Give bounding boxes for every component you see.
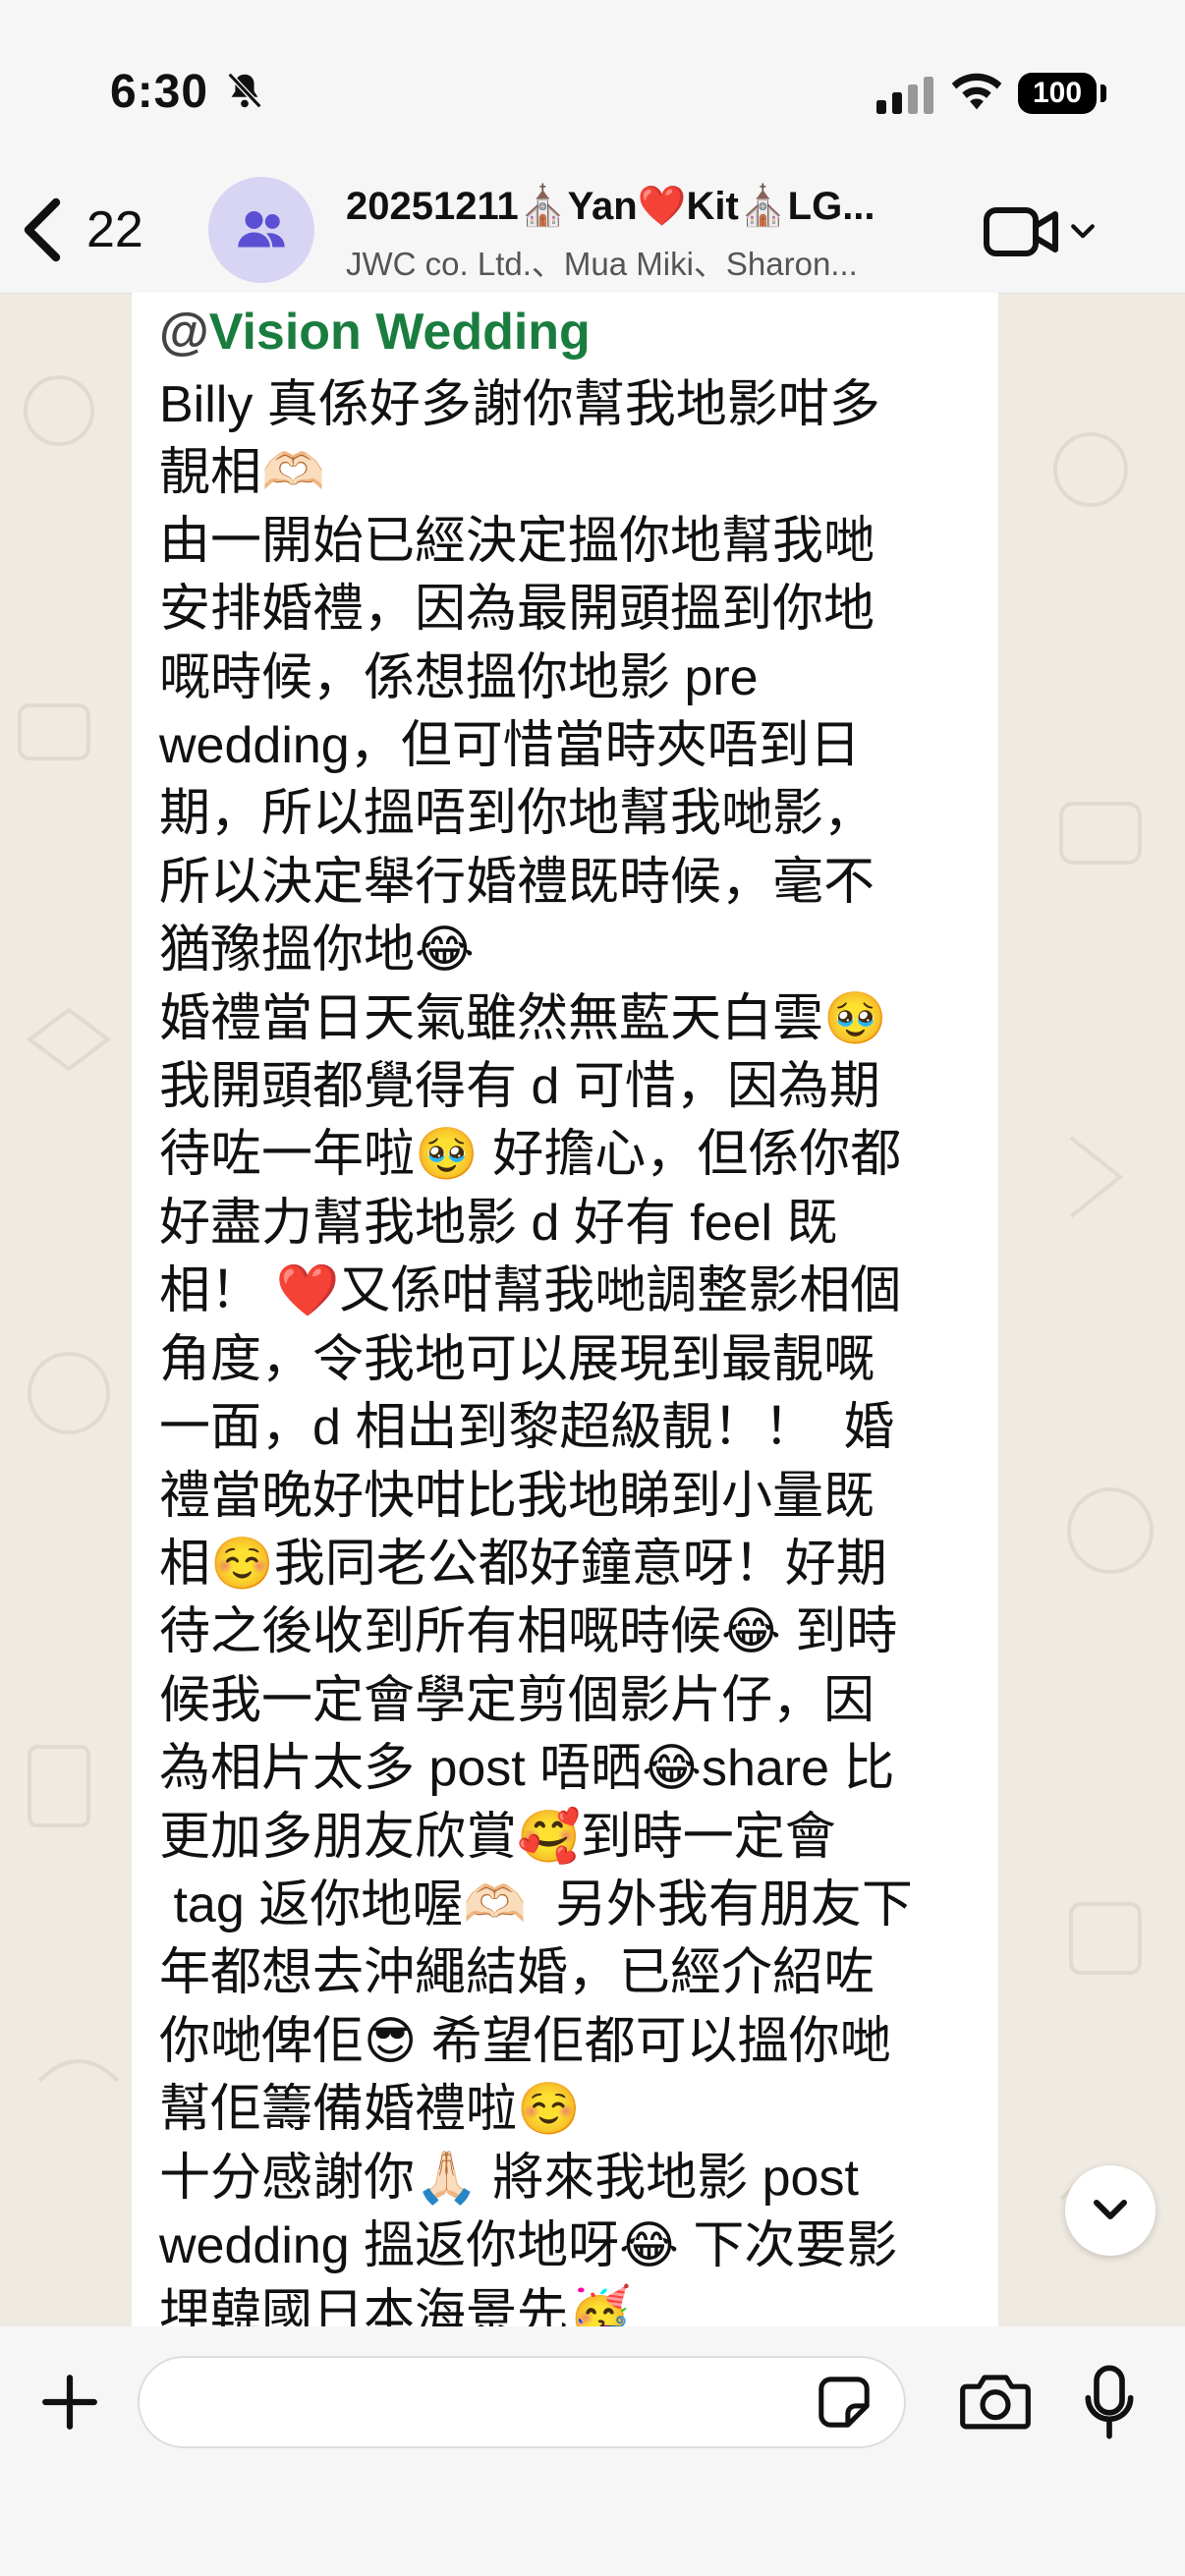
message-line: 你哋俾佢😎 希望佢都可以搵你哋 [159, 2012, 891, 2070]
message-line: 一面，d 相出到黎超級靚！！ 婚 [159, 1399, 895, 1457]
battery-tip [1100, 84, 1106, 102]
microphone-icon[interactable] [1083, 2364, 1136, 2440]
chevron-down-icon[interactable] [1069, 220, 1097, 244]
cellular-signal-icon [876, 77, 933, 114]
chevron-left-icon [24, 197, 61, 262]
group-icon [238, 211, 285, 248]
plus-icon[interactable] [39, 2372, 100, 2433]
message-input[interactable] [138, 2356, 906, 2448]
mention-symbol: @ [159, 304, 209, 361]
chat-title[interactable]: 20251211⛪Yan❤️Kit⛪LG... [346, 183, 955, 229]
message-line: 好盡力幫我地影 d 好有 feel 既 [159, 1194, 838, 1252]
message-line: 年都想去沖繩結婚，已經介紹咗 [159, 1944, 875, 2002]
message-line: 安排婚禮，因為最開頭搵到你地 [159, 581, 875, 639]
video-call-icon[interactable] [983, 202, 1061, 261]
status-time: 6:30 [110, 66, 209, 118]
message-line: 相！ ❤️又係咁幫我哋調整影相個 [159, 1262, 902, 1320]
camera-icon[interactable] [959, 2370, 1032, 2433]
chat-header: 22 20251211⛪Yan❤️Kit⛪LG... JWC co. Ltd.、… [0, 167, 1185, 294]
message-line: 由一開始已經決定搵你地幫我哋 [159, 512, 875, 570]
status-bar: 6:30 100 [0, 0, 1185, 187]
message-line: 待之後收到所有相嘅時候😂 到時 [159, 1603, 898, 1661]
message-line: 婚禮當日天氣雖然無藍天白雲🥹 [159, 989, 887, 1047]
sticker-icon[interactable] [816, 2374, 873, 2431]
sender-name: Vision Wedding [208, 304, 591, 361]
message-line: 角度，令我地可以展現到最靚嘅 [159, 1330, 875, 1388]
message-line: 十分感謝你🙏🏻 將來我地影 post [159, 2149, 859, 2207]
composer-bar [0, 2326, 1185, 2576]
message-sender[interactable]: @Vision Wedding [159, 303, 591, 362]
message-line: 嘅時候，係想搵你地影 pre [159, 648, 759, 706]
message-line: 我開頭都覺得有 d 可惜，因為期 [159, 1058, 880, 1116]
message-line: 禮當晚好快咁比我地睇到小量既 [159, 1467, 875, 1525]
message-line: 靚相🫶🏻 [159, 444, 325, 502]
message-line: 所以決定舉行婚禮既時候，毫不 [159, 853, 875, 911]
message-bubble[interactable]: @Vision Wedding Billy 真係好多謝你幫我地影咁多 靚相🫶🏻 由一… [132, 293, 998, 2326]
message-line: 待咗一年啦🥹 好擔心，但係你都 [159, 1126, 902, 1184]
message-line: 埋韓國日本海景先🥳 [159, 2285, 632, 2326]
back-button[interactable]: 22 [18, 189, 143, 271]
message-line: 期，所以搵唔到你地幫我哋影， [159, 785, 875, 843]
message-line: wedding，但可惜當時夾唔到日 [159, 717, 861, 775]
scroll-to-bottom-button[interactable] [1065, 2165, 1156, 2256]
chevron-down-icon [1094, 2200, 1127, 2219]
chat-participants[interactable]: JWC co. Ltd.、Mua Miki、Sharon... [346, 238, 926, 285]
message-line: 為相片太多 post 唔晒😂share 比 [159, 1740, 895, 1798]
message-text: Billy 真係好多謝你幫我地影咁多 靚相🫶🏻 由一開始已經決定搵你地幫我哋 安排婚禮… [159, 371, 973, 2326]
message-line: wedding 搵返你地呀😂 下次要影 [159, 2216, 898, 2274]
message-line: tag 返你地喔🫶🏻 另外我有朋友下 [159, 1876, 913, 1933]
message-line: 候我一定會學定剪個影片仔，因 [159, 1671, 875, 1729]
unread-count: 22 [86, 201, 143, 258]
message-line: 相☺️我同老公都好鐘意呀！好期 [159, 1535, 887, 1593]
wifi-icon [951, 73, 1002, 110]
message-line: 更加多朋友欣賞🥰到時一定會 [159, 1808, 836, 1866]
message-line: 猶豫搵你地😂 [159, 922, 475, 980]
message-line: 幫佢籌備婚禮啦☺️ [159, 2081, 581, 2139]
bell-muted-icon [227, 72, 262, 109]
message-line: Billy 真係好多謝你幫我地影咁多 [159, 376, 880, 433]
group-avatar[interactable] [208, 177, 314, 283]
battery-indicator: 100 [1018, 73, 1097, 114]
